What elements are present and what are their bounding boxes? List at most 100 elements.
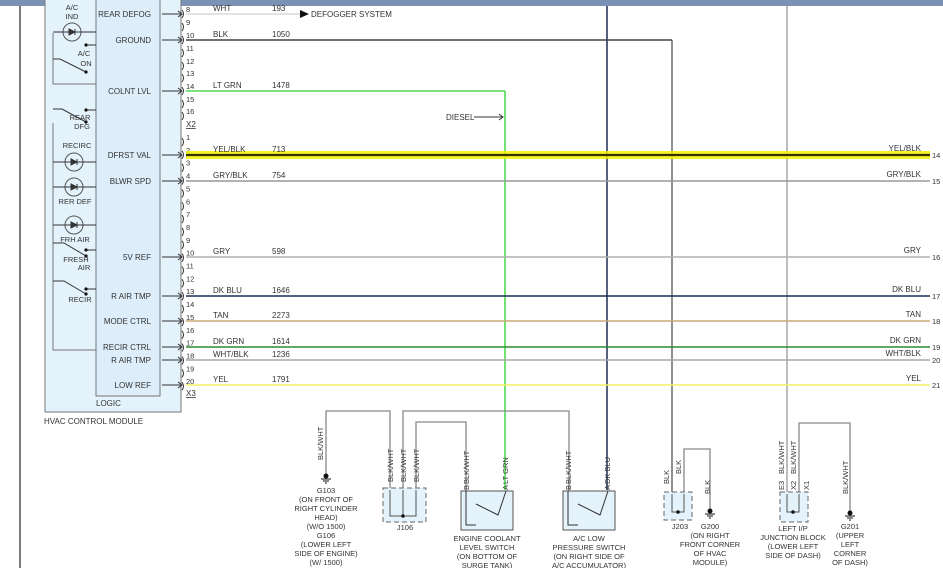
circuit-function: MODE CTRL <box>104 317 152 326</box>
pin-terminal <box>181 189 184 198</box>
g103-location: HEAD) <box>314 513 338 522</box>
pin-number: 16 <box>186 107 194 116</box>
g200-location: OF HVAC <box>694 549 727 558</box>
ac-location: PRESSURE SWITCH <box>553 543 626 552</box>
logic-box <box>95 0 161 397</box>
ground-symbol <box>845 515 855 521</box>
pin-number: 10 <box>186 31 194 40</box>
pin-terminal <box>181 253 184 262</box>
pin-number: 3 <box>186 159 190 168</box>
label: BLK/WHT <box>462 450 471 484</box>
destination-pin: 15 <box>932 177 940 186</box>
pin-number: 9 <box>186 18 190 27</box>
pin-terminal <box>181 266 184 275</box>
circuit-number: 1646 <box>272 286 290 295</box>
wire-color: DK GRN <box>213 337 244 346</box>
destination-pin: 17 <box>932 292 940 301</box>
label: BLK/WHT <box>399 448 408 482</box>
wire-color: DK BLU <box>213 286 242 295</box>
coolant-location: (ON BOTTOM OF <box>457 552 518 561</box>
pin-terminal <box>181 163 184 172</box>
wire-color: YEL/BLK <box>213 145 246 154</box>
wire-color-right: DK BLU <box>892 285 921 294</box>
circuit-number: 598 <box>272 247 286 256</box>
wire-color: WHT/BLK <box>213 350 249 359</box>
circuits: REAR DEFOGWHT 193GROUNDBLK 1050COLNT LVLLT… <box>98 4 940 492</box>
switch-label: ON <box>80 59 91 68</box>
pin-number: 19 <box>186 364 194 373</box>
pin-terminal <box>181 330 184 340</box>
switch-contact <box>84 254 88 258</box>
pin-number: 11 <box>186 262 194 271</box>
pin-number: 7 <box>186 210 190 219</box>
circuit-number: 2273 <box>272 311 290 320</box>
label: X1 <box>802 481 811 490</box>
junction-block <box>779 491 809 523</box>
wire-color-right: GRY/BLK <box>886 170 921 179</box>
wire-color: YEL <box>213 375 229 384</box>
circuit-number: 713 <box>272 145 286 154</box>
label: E3 <box>777 481 786 490</box>
wire-color-right: WHT/BLK <box>885 349 921 358</box>
connector-pins: 8910111213141516123456789101112131415161… <box>181 5 196 398</box>
label: BLK/WHT <box>777 440 786 474</box>
g201-location: OF DASH) <box>832 558 868 567</box>
label: BLK/WHT <box>789 440 798 474</box>
pin-terminal <box>181 343 184 352</box>
label: BLK <box>674 460 683 474</box>
destination-pin: 19 <box>932 343 940 352</box>
pin-terminal <box>181 22 184 32</box>
arrow-icon <box>300 10 309 18</box>
label: A <box>603 485 612 490</box>
ac-switch-box <box>562 490 616 531</box>
splice-dot <box>401 514 405 518</box>
circuit-function: DFRST VAL <box>108 151 152 160</box>
wiring-diagram: LOGIC HVAC CONTROL MODULE A/CINDA/CONREA… <box>0 0 943 568</box>
pin-number: 12 <box>186 57 194 66</box>
ipjb-location: SIDE OF DASH) <box>765 551 821 560</box>
connector-x2-label: X2 <box>186 120 196 129</box>
g201-location: (UPPER <box>836 531 865 540</box>
pin-number: 18 <box>186 351 194 360</box>
pin-terminal <box>181 214 184 224</box>
switch-label: A/C <box>66 3 79 12</box>
destination-pin: 14 <box>932 151 940 160</box>
g103-location: (ON FRONT OF <box>299 495 353 504</box>
g103-location: (LOWER LEFT <box>301 540 352 549</box>
label: B <box>564 485 573 490</box>
label: BLK/WHT <box>564 450 573 484</box>
coolant-switch-box <box>460 490 514 531</box>
wire-color: LT GRN <box>213 81 242 90</box>
label: LT GRN <box>501 457 510 484</box>
pin-terminal <box>181 111 184 121</box>
switch-label: RECIR <box>68 295 92 304</box>
switch-label: AIR <box>78 263 91 272</box>
wire-color: TAN <box>213 311 229 320</box>
pin-terminal <box>181 61 184 71</box>
label: J106 <box>397 523 413 532</box>
switch-contact <box>84 108 88 112</box>
diesel-label: DIESEL <box>446 113 475 122</box>
pin-number: 13 <box>186 69 194 78</box>
switch-contact <box>84 43 88 47</box>
g201-location: LEFT <box>841 540 860 549</box>
wire-color-right: YEL <box>906 374 922 383</box>
label: B <box>462 485 471 490</box>
connector-x3-label: X3 <box>186 389 196 398</box>
circuit-number: 1791 <box>272 375 290 384</box>
switch-contact <box>84 287 88 291</box>
g103-location: SIDE OF ENGINE) <box>294 549 358 558</box>
ground-symbol <box>321 478 331 484</box>
switch-label: A/C <box>78 49 91 58</box>
g103-location: G106 <box>317 531 335 540</box>
pin-number: 13 <box>186 287 194 296</box>
wire-color: WHT <box>213 4 231 13</box>
pin-terminal <box>181 317 184 327</box>
pin-terminal <box>181 137 184 147</box>
switch-contact <box>84 70 88 74</box>
circuit-function: GROUND <box>115 36 151 45</box>
circuit-function: RECIR CTRL <box>103 343 152 352</box>
splice-dot <box>791 510 795 514</box>
g200-location: (ON RIGHT <box>690 531 730 540</box>
ac-location: A/C LOW <box>573 534 606 543</box>
